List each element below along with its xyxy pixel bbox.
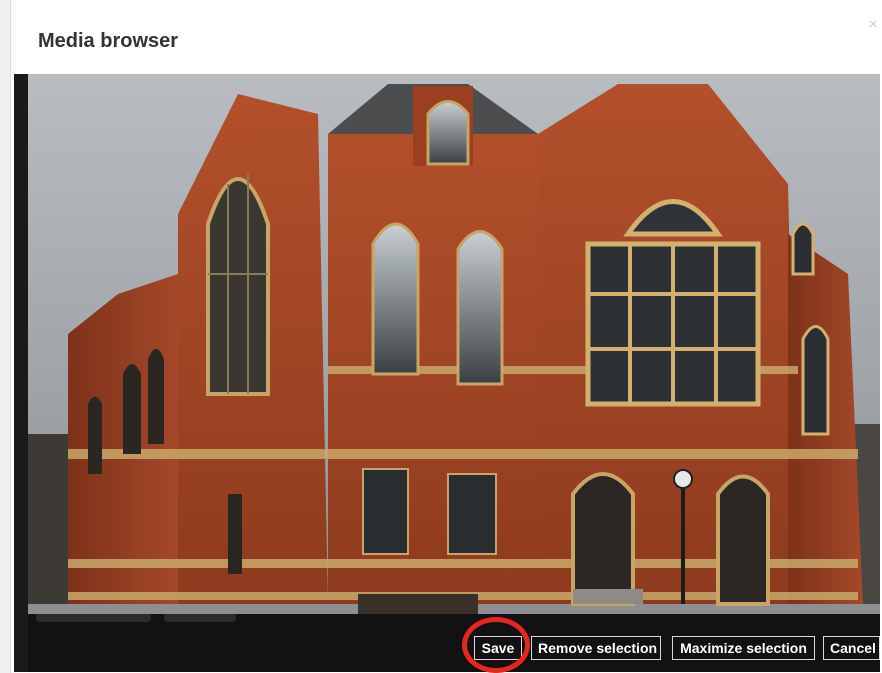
maximize-selection-button[interactable]: Maximize selection bbox=[672, 636, 815, 660]
thumbnail-slot bbox=[36, 614, 151, 622]
dialog-title: Media browser bbox=[38, 30, 179, 52]
preview-edge bbox=[14, 74, 28, 672]
thumbnail-slot bbox=[164, 614, 236, 622]
close-icon[interactable]: × bbox=[866, 17, 880, 33]
backdrop-edge bbox=[0, 0, 11, 673]
remove-selection-button[interactable]: Remove selection bbox=[531, 636, 661, 660]
media-preview-area bbox=[14, 74, 880, 672]
cancel-button[interactable]: Cancel bbox=[823, 636, 880, 660]
save-button[interactable]: Save bbox=[474, 636, 522, 660]
selected-image[interactable] bbox=[28, 74, 880, 614]
media-browser-dialog: Media browser × Save Remove selection Ma… bbox=[0, 0, 882, 673]
